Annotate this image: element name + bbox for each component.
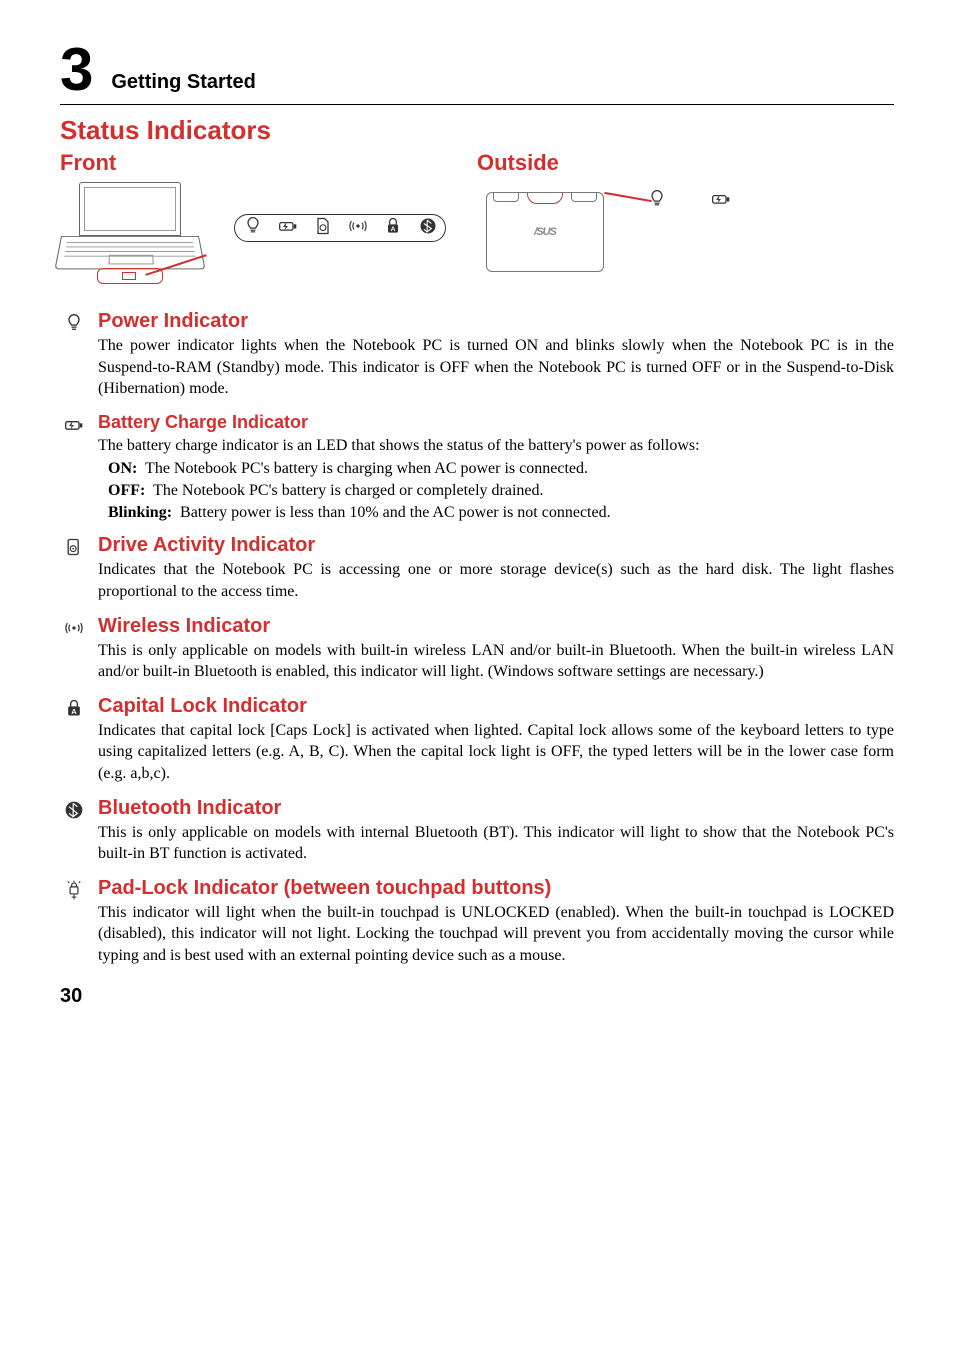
state-off: OFF: The Notebook PC's battery is charge… [98,482,894,500]
entry-title: Power Indicator [98,310,894,333]
lid-logo: /SUS [534,226,556,238]
chapter-number: 3 [60,40,93,100]
svg-text:A: A [390,226,395,233]
lid-illustration: /SUS [480,182,611,282]
entry-text: Indicates that capital lock [Caps Lock] … [98,720,894,785]
subsection-row: Front Outside [60,150,894,176]
drive-icon [60,534,88,602]
entry-text: Indicates that the Notebook PC is access… [98,559,894,602]
entry-text: The battery charge indicator is an LED t… [98,435,894,457]
wireless-icon [60,615,88,683]
caps-icon: A [383,215,403,241]
page-number: 30 [60,985,894,1008]
battery-icon [60,412,88,523]
chapter-header: 3 Getting Started [60,40,894,105]
entry-title: Drive Activity Indicator [98,534,894,557]
front-indicator-strip: A [234,214,446,242]
outside-subtitle: Outside [477,150,894,176]
power-indicator-entry: Power Indicator The power indicator ligh… [60,310,894,400]
wireless-indicator-entry: Wireless Indicator This is only applicab… [60,615,894,683]
entry-title: Pad-Lock Indicator (between touchpad but… [98,877,894,900]
indicator-list: Power Indicator The power indicator ligh… [60,310,894,967]
bt-icon [60,797,88,865]
front-subtitle: Front [60,150,460,176]
power-icon [60,310,88,400]
battery-indicator-entry: Battery Charge Indicator The battery cha… [60,412,894,523]
section-title: Status Indicators [60,115,894,146]
entry-text: The power indicator lights when the Note… [98,335,894,400]
state-blink: Blinking: Battery power is less than 10%… [98,504,894,522]
caps-icon: A [60,695,88,785]
entry-text: This is only applicable on models with i… [98,822,894,865]
drive-icon [313,215,333,241]
bluetooth-indicator-entry: Bluetooth Indicator This is only applica… [60,797,894,865]
svg-text:A: A [71,707,77,716]
laptop-illustration [60,182,200,282]
illustrations: A /SUS [60,182,894,282]
power-icon [243,215,263,241]
entry-title: Wireless Indicator [98,615,894,638]
entry-title: Battery Charge Indicator [98,412,894,433]
caps-indicator-entry: A Capital Lock Indicator Indicates that … [60,695,894,785]
bt-icon [418,215,438,241]
drive-indicator-entry: Drive Activity Indicator Indicates that … [60,534,894,602]
battery-icon [711,188,731,214]
wireless-icon [348,215,368,241]
entry-text: This is only applicable on models with b… [98,640,894,683]
entry-title: Bluetooth Indicator [98,797,894,820]
state-on: ON: The Notebook PC's battery is chargin… [98,460,894,478]
entry-title: Capital Lock Indicator [98,695,894,718]
entry-text: This indicator will light when the built… [98,902,894,967]
battery-icon [278,215,298,241]
outside-indicator-strip [647,182,731,214]
padlock-indicator-entry: Pad-Lock Indicator (between touchpad but… [60,877,894,967]
padlock-icon [60,877,88,967]
chapter-title: Getting Started [111,71,255,100]
